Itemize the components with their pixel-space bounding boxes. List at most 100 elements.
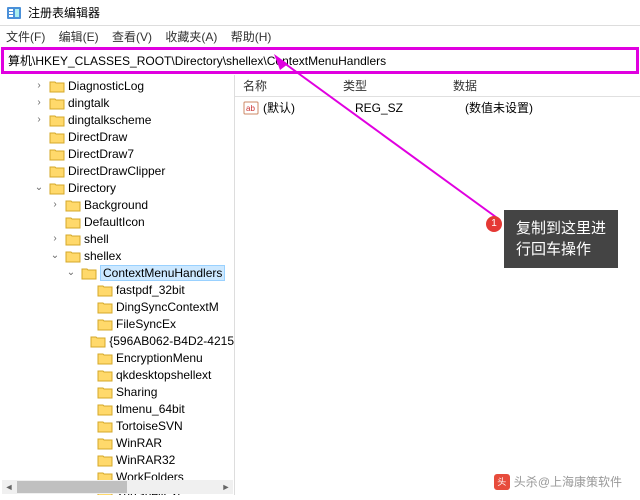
folder-icon xyxy=(97,436,113,450)
tree-item-label: TortoiseSVN xyxy=(116,419,183,433)
tree-item[interactable]: › dingtalkscheme xyxy=(0,111,234,128)
callout-line2: 行回车操作 xyxy=(516,239,606,260)
menu-favorites[interactable]: 收藏夹(A) xyxy=(165,30,217,44)
expand-icon[interactable]: ⌄ xyxy=(48,250,62,261)
tree-item[interactable]: EncryptionMenu xyxy=(0,349,234,366)
address-text: 算机\HKEY_CLASSES_ROOT\Directory\shellex\C… xyxy=(8,54,386,68)
folder-icon xyxy=(97,300,113,314)
tree-item-label: DiagnosticLog xyxy=(68,79,144,93)
folder-icon xyxy=(97,402,113,416)
tree-item-label: Sharing xyxy=(116,385,157,399)
tree-item-label: dingtalkscheme xyxy=(68,113,151,127)
tree-item-label: {596AB062-B4D2-4215 xyxy=(109,334,234,348)
horizontal-scrollbar[interactable]: ◄ ► xyxy=(2,480,233,494)
tree-item[interactable]: ⌄shellex xyxy=(0,247,234,264)
folder-icon xyxy=(97,419,113,433)
folder-icon xyxy=(49,147,65,161)
tree-item-label: WinRAR xyxy=(116,436,162,450)
folder-icon xyxy=(97,317,113,331)
menu-edit[interactable]: 编辑(E) xyxy=(59,30,99,44)
tree-item[interactable]: DingSyncContextM xyxy=(0,298,234,315)
tree-item[interactable]: DefaultIcon xyxy=(0,213,234,230)
expand-icon[interactable]: ⌄ xyxy=(64,267,78,278)
watermark: 头 头杀 @上海康策软件 xyxy=(494,473,622,490)
tree-item[interactable]: DirectDraw xyxy=(0,128,234,145)
folder-icon xyxy=(49,130,65,144)
folder-icon xyxy=(65,215,81,229)
string-value-icon: ab xyxy=(243,101,259,115)
folder-icon xyxy=(65,198,81,212)
tree-item[interactable]: FileSyncEx xyxy=(0,315,234,332)
folder-icon xyxy=(65,232,81,246)
tree-item-label: DirectDraw xyxy=(68,130,127,144)
expand-icon[interactable]: › xyxy=(32,114,46,125)
tree-item[interactable]: WinRAR xyxy=(0,434,234,451)
tree-item-label: DefaultIcon xyxy=(84,215,145,229)
list-row[interactable]: ab (默认) REG_SZ (数值未设置) xyxy=(235,97,640,118)
folder-icon xyxy=(97,385,113,399)
expand-icon[interactable]: ⌄ xyxy=(32,182,46,193)
menubar: 文件(F) 编辑(E) 查看(V) 收藏夹(A) 帮助(H) xyxy=(0,26,640,46)
folder-icon xyxy=(97,453,113,467)
tree-item-label: Directory xyxy=(68,181,116,195)
tree-item-label: WinRAR32 xyxy=(116,453,175,467)
annotation-callout: 1 复制到这里进 行回车操作 xyxy=(504,210,618,268)
tree-item[interactable]: › DiagnosticLog xyxy=(0,77,234,94)
callout-line1: 复制到这里进 xyxy=(516,218,606,239)
watermark-prefix: 头杀 xyxy=(514,473,538,490)
folder-icon xyxy=(49,96,65,110)
tree-item[interactable]: ⌄ Directory xyxy=(0,179,234,196)
folder-icon xyxy=(49,181,65,195)
scroll-left-icon[interactable]: ◄ xyxy=(2,480,16,494)
tree-item[interactable]: TortoiseSVN xyxy=(0,417,234,434)
folder-icon xyxy=(49,79,65,93)
folder-icon xyxy=(97,351,113,365)
col-data[interactable]: 数据 xyxy=(453,77,640,94)
scroll-thumb[interactable] xyxy=(17,481,127,493)
tree-item-label: qkdesktopshellext xyxy=(116,368,211,382)
tree-item[interactable]: Sharing xyxy=(0,383,234,400)
value-data: (数值未设置) xyxy=(465,99,632,116)
tree-item-label: dingtalk xyxy=(68,96,109,110)
scroll-right-icon[interactable]: ► xyxy=(219,480,233,494)
folder-icon xyxy=(90,334,106,348)
folder-icon xyxy=(65,249,81,263)
folder-icon xyxy=(49,164,65,178)
expand-icon[interactable]: › xyxy=(48,199,62,210)
tree-item[interactable]: DirectDrawClipper xyxy=(0,162,234,179)
tree-item[interactable]: ⌄ContextMenuHandlers xyxy=(0,264,234,281)
registry-icon xyxy=(6,5,22,21)
window-title: 注册表编辑器 xyxy=(28,4,100,21)
folder-icon xyxy=(49,113,65,127)
menu-file[interactable]: 文件(F) xyxy=(6,30,45,44)
tree-item[interactable]: {596AB062-B4D2-4215 xyxy=(0,332,234,349)
menu-help[interactable]: 帮助(H) xyxy=(231,30,272,44)
folder-icon xyxy=(97,368,113,382)
tree-item-label: Background xyxy=(84,198,148,212)
tree-item-label: shell xyxy=(84,232,109,246)
svg-text:ab: ab xyxy=(246,104,255,113)
tree-item[interactable]: DirectDraw7 xyxy=(0,145,234,162)
tree-item[interactable]: › Background xyxy=(0,196,234,213)
tree-panel[interactable]: › DiagnosticLog › dingtalk › dingtalkscheme Di… xyxy=(0,75,235,495)
col-type[interactable]: 类型 xyxy=(343,77,453,94)
tree-item[interactable]: tlmenu_64bit xyxy=(0,400,234,417)
value-type: REG_SZ xyxy=(355,101,465,115)
tree-item-label: fastpdf_32bit xyxy=(116,283,185,297)
tree-item[interactable]: › dingtalk xyxy=(0,94,234,111)
address-bar[interactable]: 算机\HKEY_CLASSES_ROOT\Directory\shellex\C… xyxy=(1,47,639,74)
tree-item[interactable]: › shell xyxy=(0,230,234,247)
expand-icon[interactable]: › xyxy=(48,233,62,244)
tree-item[interactable]: WinRAR32 xyxy=(0,451,234,468)
expand-icon[interactable]: › xyxy=(32,97,46,108)
tree-item-label: FileSyncEx xyxy=(116,317,176,331)
value-name: (默认) xyxy=(263,99,355,116)
tree-item[interactable]: qkdesktopshellext xyxy=(0,366,234,383)
col-name[interactable]: 名称 xyxy=(243,77,343,94)
tree-item-label: DirectDraw7 xyxy=(68,147,134,161)
tree-item-label: EncryptionMenu xyxy=(116,351,203,365)
expand-icon[interactable]: › xyxy=(32,80,46,91)
menu-view[interactable]: 查看(V) xyxy=(112,30,152,44)
tree-item[interactable]: fastpdf_32bit xyxy=(0,281,234,298)
tree-item-label: tlmenu_64bit xyxy=(116,402,185,416)
